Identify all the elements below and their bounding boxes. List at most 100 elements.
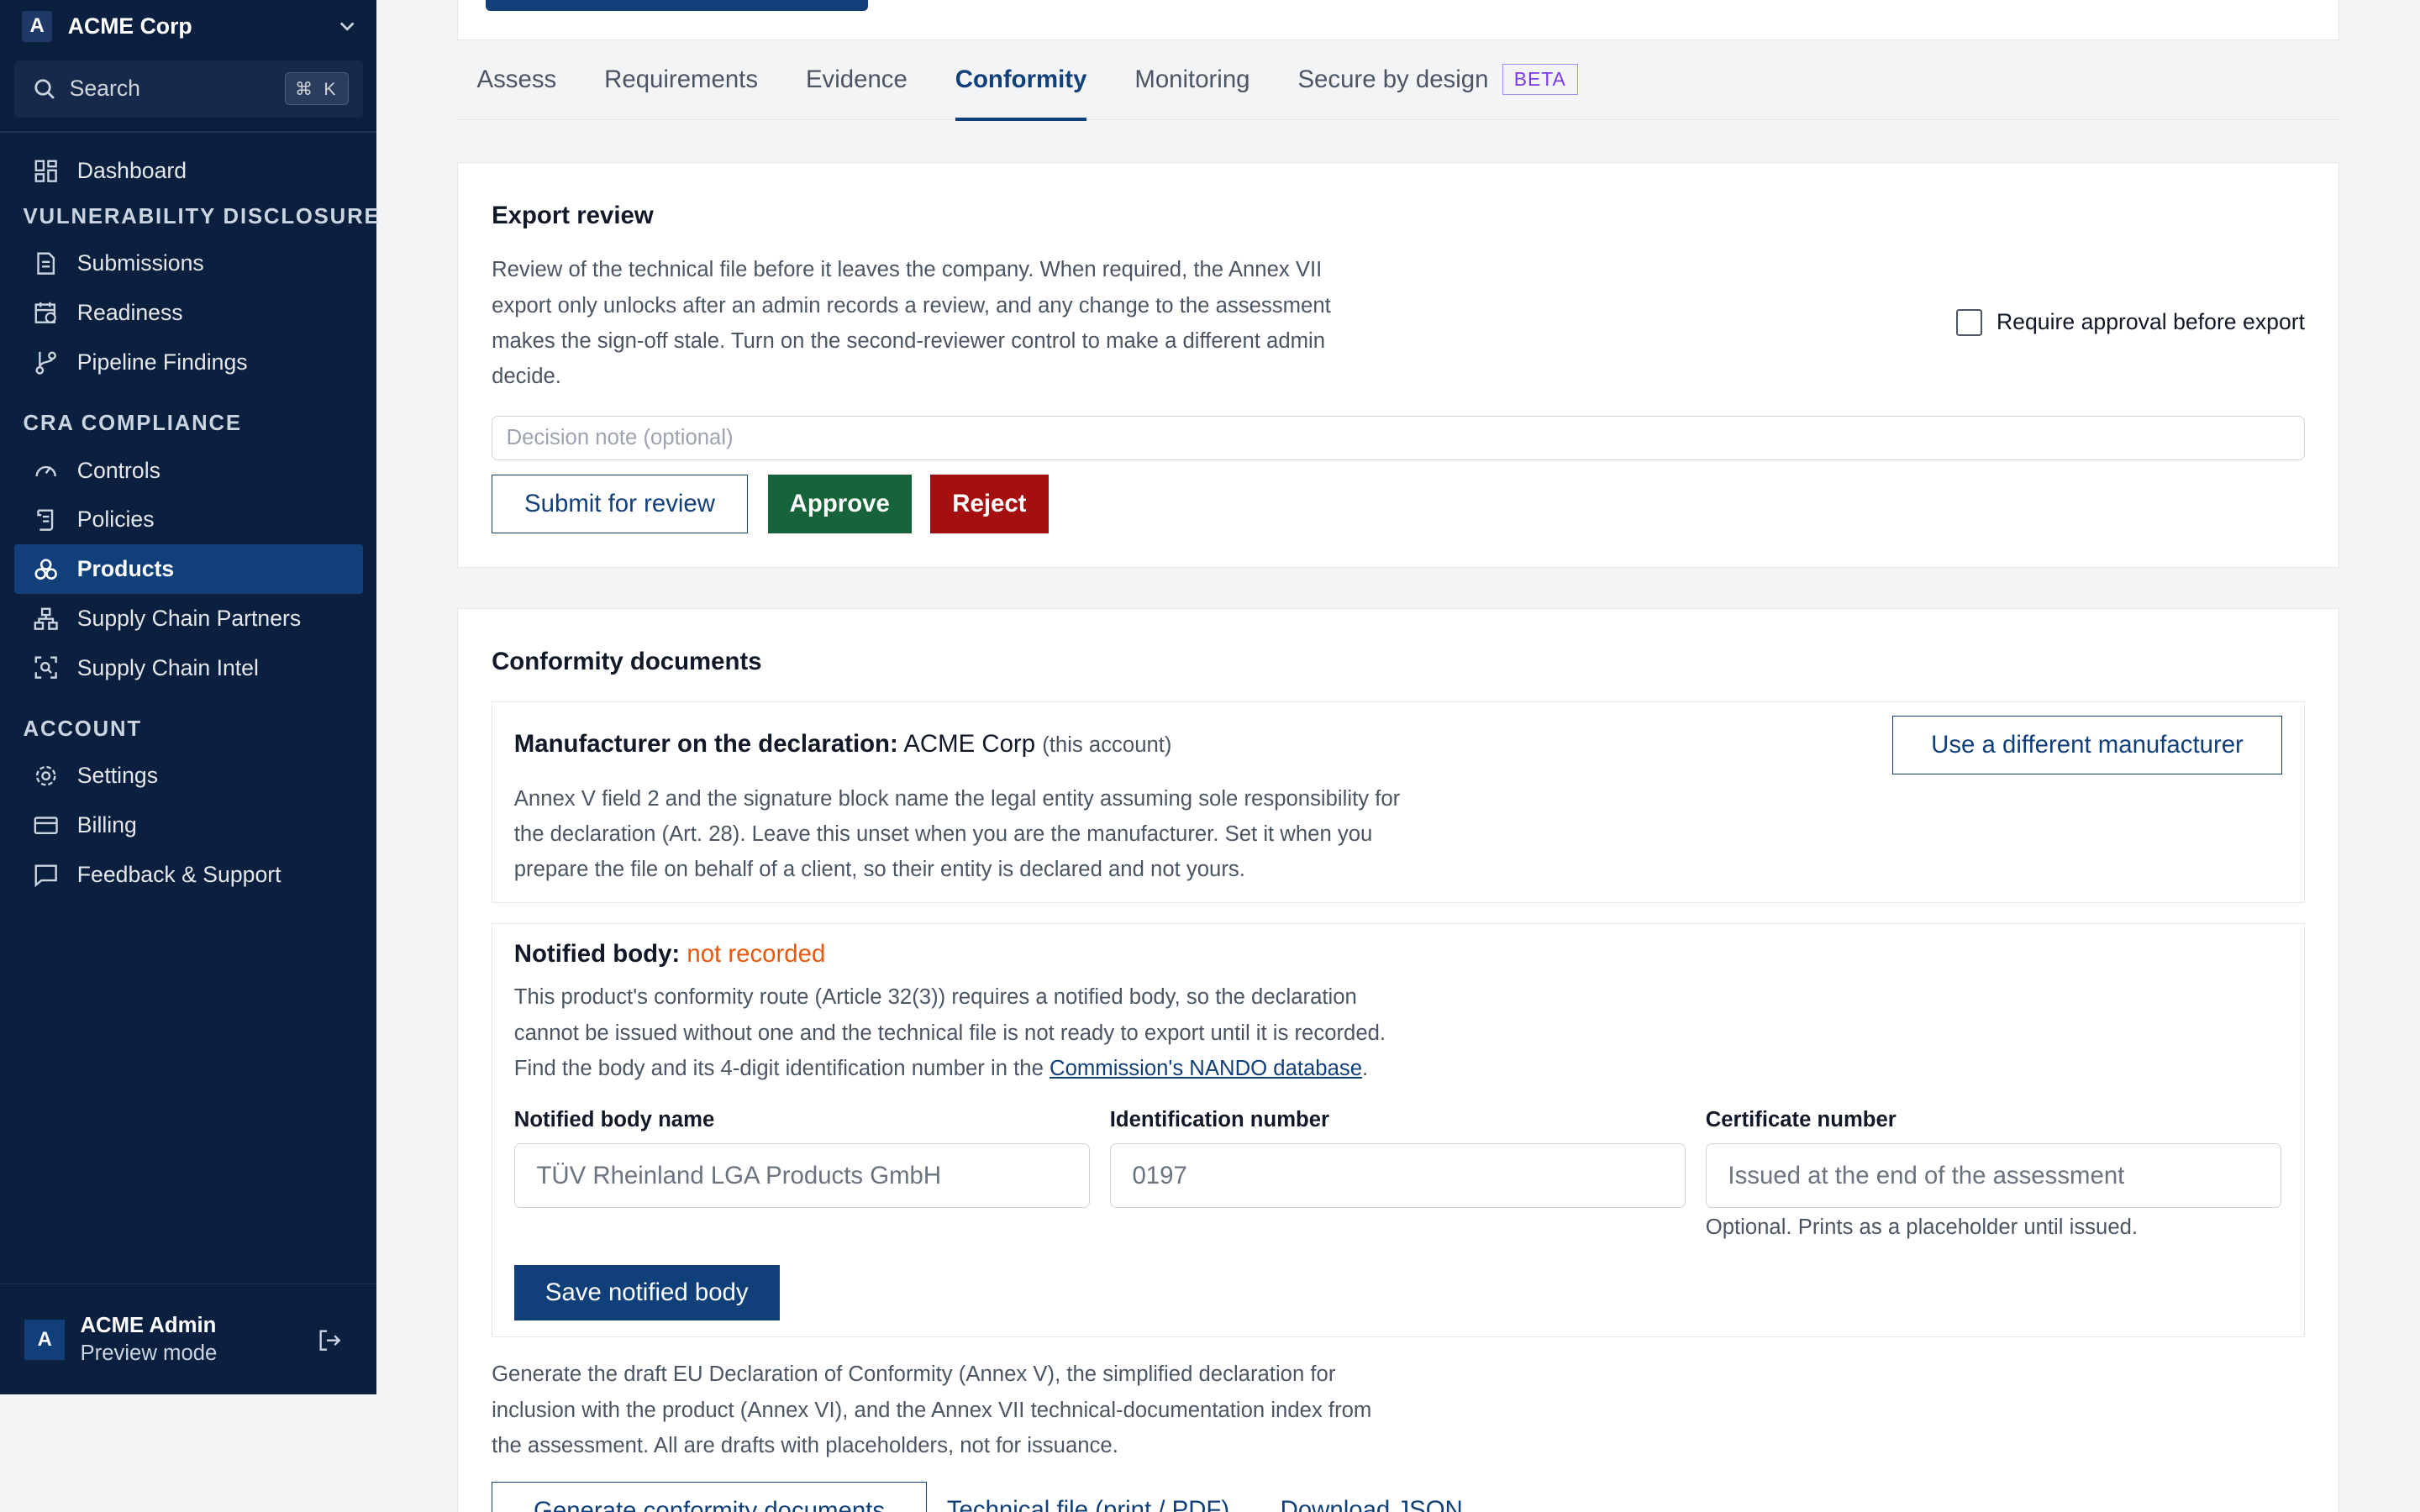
sidebar-item-dashboard[interactable]: Dashboard (14, 146, 363, 196)
notified-body-status: not recorded (687, 939, 826, 968)
sidebar-item-supply-chain-partners[interactable]: Supply Chain Partners (14, 594, 363, 643)
decision-note-input[interactable]: Decision note (optional) (492, 416, 2306, 461)
tab-label: Secure by design (1297, 65, 1489, 93)
export-review-description: Review of the technical file before it l… (492, 258, 1331, 389)
sidebar-item-label: Readiness (76, 300, 183, 326)
section-cra-compliance: CRA COMPLIANCE (23, 412, 242, 436)
org-name: ACME Corp (67, 13, 192, 39)
export-review-title: Export review (492, 201, 654, 229)
gear-icon (36, 765, 56, 786)
tab-monitoring[interactable]: Monitoring (1134, 39, 1249, 120)
section-account: ACCOUNT (23, 717, 142, 742)
notified-body-heading: Notified body: not recorded (513, 939, 826, 968)
nb-cert-input[interactable]: Issued at the end of the assessment (1705, 1143, 2281, 1209)
sidebar-item-label: Pipeline Findings (76, 349, 248, 375)
sidebar-item-label: Submissions (76, 250, 204, 276)
manufacturer-note: (this account) (1042, 732, 1172, 757)
message-square-icon (34, 864, 58, 887)
save-notified-body-button[interactable]: Save notified body (513, 1265, 780, 1321)
technical-file-link[interactable]: Technical file (print / PDF) (947, 1496, 1229, 1512)
search-icon (34, 79, 55, 99)
user-profile: A ACME Admin Preview mode (0, 1284, 377, 1394)
tab-assess[interactable]: Assess (477, 39, 557, 120)
notified-body-panel: Notified body: not recorded This product… (492, 923, 2306, 1337)
notified-body-description: This product's conformity route (Article… (513, 985, 1386, 1080)
generate-conformity-documents-button[interactable]: Generate conformity documents (492, 1482, 927, 1512)
sidebar-item-submissions[interactable]: Submissions (14, 239, 363, 289)
sidebar-item-label: Supply Chain Intel (76, 654, 259, 680)
nando-database-link[interactable]: Commission's NANDO database (1050, 1057, 1362, 1080)
calendar-clock-icon (34, 302, 57, 323)
sidebar-item-label: Products (76, 556, 175, 582)
sidebar-item-supply-chain-intel[interactable]: Supply Chain Intel (14, 643, 363, 693)
boxes-icon (34, 559, 58, 580)
header-primary-button[interactable] (485, 0, 869, 11)
nb-name-input[interactable]: TÜV Rheinland LGA Products GmbH (513, 1143, 1090, 1209)
search-input[interactable]: Search ⌘ K (13, 60, 363, 118)
sidebar-item-label: Controls (76, 457, 160, 483)
export-review-card: Export review Review of the technical fi… (456, 161, 2340, 568)
chevron-down-icon (339, 22, 355, 31)
nb-cert-hint: Optional. Prints as a placeholder until … (1705, 1215, 2139, 1240)
reject-button[interactable]: Reject (929, 474, 1050, 533)
generate-description: Generate the draft EU Declaration of Con… (492, 1362, 1372, 1457)
require-approval-checkbox[interactable]: Require approval before export (1956, 309, 2306, 336)
nb-id-input[interactable]: 0197 (1109, 1143, 1686, 1209)
org-switcher[interactable]: A ACME Corp (0, 0, 376, 52)
nb-name-label: Notified body name (513, 1107, 715, 1131)
manufacturer-description: Annex V field 2 and the signature block … (513, 786, 1401, 882)
network-icon (34, 607, 59, 630)
sidebar: A ACME Corp Search ⌘ K Dashboard VULNERA… (0, 0, 381, 1395)
checkbox-label: Require approval before export (1996, 309, 2306, 335)
git-branch-icon (35, 351, 57, 375)
sidebar-item-label: Supply Chain Partners (76, 605, 302, 631)
credit-card-icon (34, 816, 59, 834)
tab-conformity[interactable]: Conformity (955, 39, 1087, 122)
product-tabs: Assess Requirements Evidence Conformity … (456, 39, 2340, 122)
sidebar-item-label: Dashboard (76, 158, 187, 184)
checkbox-box[interactable] (1956, 309, 1983, 336)
nb-cert-label: Certificate number (1705, 1107, 1897, 1131)
submit-for-review-button[interactable]: Submit for review (492, 474, 748, 533)
sidebar-item-label: Policies (76, 507, 155, 533)
gauge-icon (35, 466, 57, 477)
section-vulnerability-disclosure: VULNERABILITY DISCLOSURE (23, 205, 381, 229)
user-name: ACME Admin (80, 1313, 217, 1337)
manufacturer-panel: Manufacturer on the declaration: ACME Co… (492, 701, 2306, 904)
search-shortcut: ⌘ K (285, 72, 350, 106)
search-placeholder: Search (69, 76, 140, 102)
use-different-manufacturer-button[interactable]: Use a different manufacturer (1891, 716, 2283, 775)
sidebar-item-feedback[interactable]: Feedback & Support (14, 850, 363, 900)
download-json-link[interactable]: Download JSON (1281, 1496, 1463, 1512)
sidebar-item-settings[interactable]: Settings (14, 751, 363, 801)
approve-button[interactable]: Approve (767, 474, 912, 533)
nb-id-label: Identification number (1109, 1107, 1330, 1131)
document-icon (37, 252, 55, 276)
tab-secure-by-design[interactable]: Secure by design BETA (1297, 39, 1578, 120)
sidebar-item-billing[interactable]: Billing (14, 801, 363, 850)
scroll-icon (37, 509, 54, 531)
user-mode: Preview mode (80, 1341, 218, 1365)
beta-badge: BETA (1502, 64, 1578, 95)
scan-search-icon (34, 656, 58, 680)
sidebar-item-label: Billing (76, 811, 137, 837)
logout-icon[interactable] (318, 1328, 342, 1352)
tab-evidence[interactable]: Evidence (806, 39, 908, 120)
sidebar-item-label: Feedback & Support (76, 861, 281, 887)
dashboard-icon (34, 160, 58, 182)
sidebar-item-policies[interactable]: Policies (14, 495, 363, 544)
sidebar-item-readiness[interactable]: Readiness (14, 288, 363, 338)
decision-note-placeholder: Decision note (optional) (506, 426, 734, 450)
org-logo: A (21, 10, 53, 42)
product-header-card (456, 0, 2340, 40)
avatar: A (24, 1319, 66, 1360)
sidebar-item-controls[interactable]: Controls (14, 446, 363, 496)
sidebar-item-label: Settings (76, 763, 159, 789)
manufacturer-heading: Manufacturer on the declaration: ACME Co… (513, 729, 1172, 758)
sidebar-item-pipeline-findings[interactable]: Pipeline Findings (14, 338, 363, 387)
conformity-documents-title: Conformity documents (492, 647, 762, 675)
conformity-documents-card: Conformity documents Manufacturer on the… (456, 607, 2340, 1512)
sidebar-item-products[interactable]: Products (13, 544, 363, 594)
tab-requirements[interactable]: Requirements (604, 39, 758, 120)
manufacturer-value: ACME Corp (903, 729, 1036, 758)
